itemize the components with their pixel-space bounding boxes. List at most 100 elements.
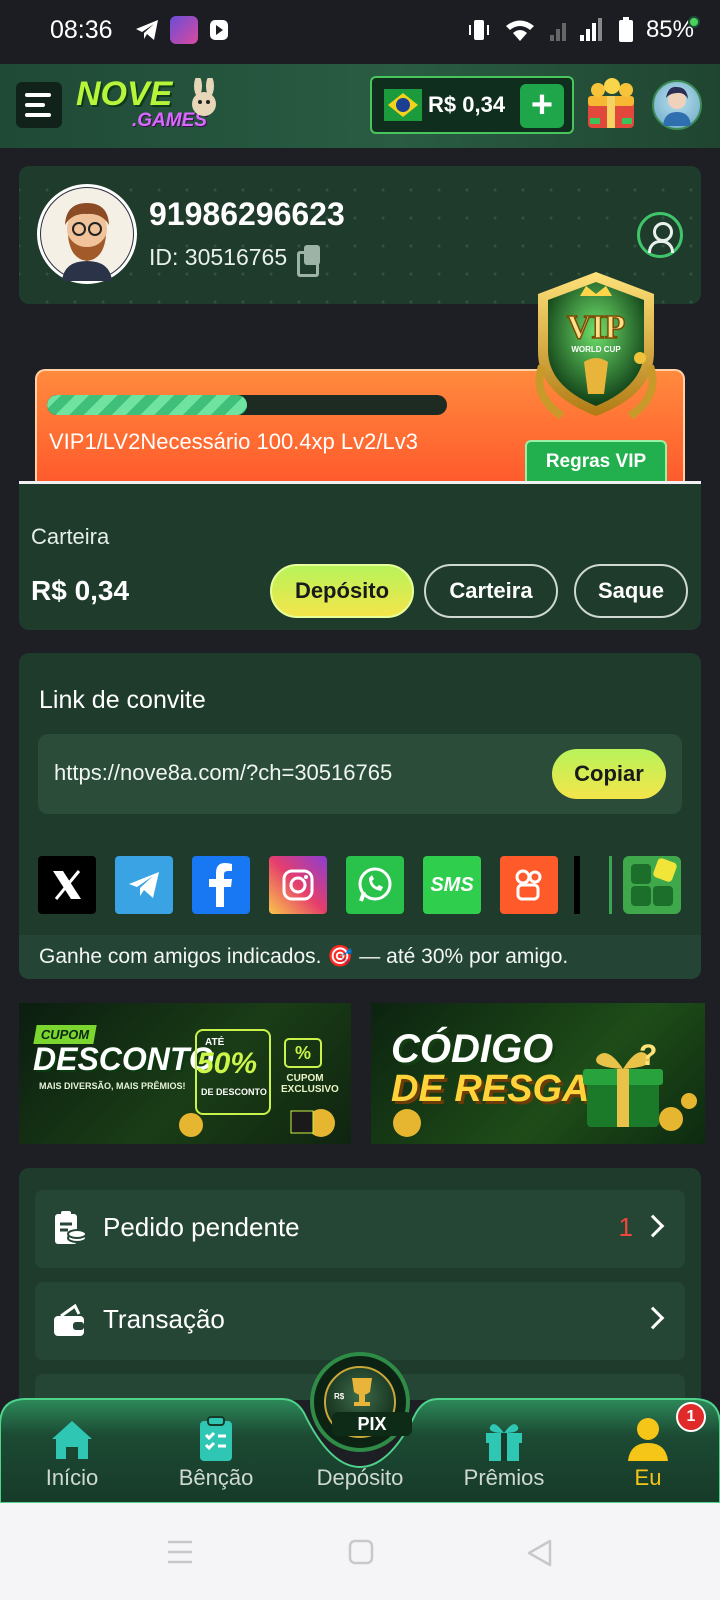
vibrate-icon [468, 20, 489, 40]
deposit-button[interactable]: Depósito [270, 564, 414, 618]
telegram-icon [136, 20, 158, 40]
pix-deposit-button[interactable]: R$ PIX [310, 1352, 412, 1452]
status-time: 08:36 [50, 16, 113, 44]
nav-home-label: Início [45, 1465, 99, 1490]
pix-currency: R$ [334, 1392, 345, 1401]
wallet-icon [54, 1303, 84, 1336]
pending-count-badge: 1 [618, 1212, 633, 1242]
app-logo[interactable]: NOVE .GAMES [76, 76, 226, 138]
add-funds-button[interactable]: + [520, 84, 564, 128]
share-telegram-icon[interactable] [115, 856, 173, 914]
wallet-button[interactable]: Carteira [424, 564, 558, 618]
banner-title: DESCONTO [33, 1041, 214, 1077]
trophy-icon [584, 358, 608, 394]
signal-icon [549, 18, 602, 41]
brazil-flag-icon [384, 89, 422, 121]
discount-coupon-banner[interactable]: CUPOM DESCONTO MAIS DIVERSÃO, MAIS PRÊMI… [19, 1003, 351, 1144]
menu-row-transactions[interactable]: Transação [35, 1282, 685, 1360]
battery-icon [618, 17, 633, 42]
copy-id-icon[interactable] [297, 244, 321, 277]
share-facebook-icon[interactable] [192, 856, 250, 914]
vip-progress-text: VIP1/LV2Necessário 100.4xp Lv2/Lv3 [49, 429, 418, 454]
vip-badge-title: VIP [567, 309, 626, 346]
wifi-icon [505, 20, 534, 41]
status-left-icons [134, 16, 230, 44]
nav-prizes-label: Prêmios [463, 1465, 545, 1490]
nav-me-label: Eu [634, 1465, 662, 1490]
withdraw-button[interactable]: Saque [574, 564, 688, 618]
banner-percent-post: DE DESCONTO [201, 1087, 267, 1097]
header-avatar[interactable] [652, 80, 702, 130]
status-right: 85% [466, 16, 694, 44]
profile-avatar[interactable] [37, 184, 137, 284]
copy-link-button[interactable]: Copiar [552, 749, 666, 799]
share-row: SMS [38, 856, 558, 914]
battery-percent: 85% [645, 16, 694, 43]
user-icon [628, 1418, 668, 1461]
vip-badge-sub: WORLD CUP [571, 345, 621, 354]
redeem-code-banner[interactable]: CÓDIGO DE RESGATE ? [371, 1003, 705, 1144]
treasure-chest-icon[interactable] [582, 76, 640, 134]
app-header: NOVE .GAMES R$ 0,34 + [0, 64, 720, 148]
menu-row-pending-orders[interactable]: Pedido pendente 1 [35, 1190, 685, 1268]
back-icon[interactable] [526, 1539, 552, 1567]
share-instagram-icon[interactable] [269, 856, 327, 914]
nav-prizes[interactable]: Prêmios [444, 1415, 564, 1495]
share-x-icon[interactable] [38, 856, 96, 914]
clipboard-checklist-icon [200, 1416, 232, 1461]
app-icon [170, 16, 198, 44]
share-overflow-edge [574, 856, 580, 914]
online-indicator [688, 16, 700, 28]
home-icon [52, 1421, 92, 1459]
vip-rules-button[interactable]: Regras VIP [525, 440, 667, 482]
svg-text:?: ? [639, 1039, 657, 1072]
pix-emblem: R$ PIX [324, 1366, 412, 1438]
gift-icon [486, 1424, 522, 1461]
share-separator [609, 856, 612, 914]
pending-order-icon [55, 1211, 87, 1244]
user-id: ID: 30516765 [149, 244, 321, 277]
vip-badge[interactable]: VIP WORLD CUP [522, 266, 670, 436]
invite-url: https://nove8a.com/?ch=30516765 [54, 760, 393, 785]
logo-main-text: NOVE [76, 75, 173, 113]
nav-deposit-label: Depósito [316, 1465, 404, 1490]
edit-profile-icon[interactable] [637, 212, 683, 258]
nav-home[interactable]: Início [12, 1415, 132, 1495]
share-more-icon[interactable] [623, 856, 681, 914]
nav-blessing[interactable]: Bênção [156, 1415, 276, 1495]
chevron-right-icon [641, 1214, 665, 1238]
notification-badge: 1 [676, 1402, 706, 1432]
recent-apps-icon[interactable] [166, 1539, 194, 1565]
svg-text:%: % [295, 1043, 311, 1063]
banner-subtitle: MAIS DIVERSÃO, MAIS PRÊMIOS! [39, 1081, 186, 1091]
trophy-icon [352, 1378, 372, 1406]
header-balance[interactable]: R$ 0,34 + [370, 76, 574, 134]
pix-label: PIX [332, 1412, 412, 1436]
user-id-text: ID: 30516765 [149, 244, 288, 270]
share-sms-icon[interactable]: SMS [423, 856, 481, 914]
menu-label-transactions: Transação [103, 1304, 225, 1334]
chevron-right-icon [641, 1306, 665, 1330]
banner-percent: 50% [197, 1047, 258, 1080]
invite-card: Link de convite https://nove8a.com/?ch=3… [19, 653, 701, 979]
coins-decoration-icon [393, 1093, 697, 1137]
banner-code-line1: CÓDIGO [391, 1027, 554, 1071]
user-avatar-icon [663, 86, 691, 126]
media-icon [210, 20, 228, 40]
invite-title: Link de convite [39, 686, 206, 714]
home-button-icon[interactable] [348, 1539, 374, 1565]
percent-ticket-icon: % [284, 1038, 322, 1068]
status-bar: 08:36 85% [0, 0, 720, 64]
vip-progress-bar [47, 395, 447, 415]
gold-coins-icon [179, 1109, 335, 1137]
vip-progress-fill [47, 395, 247, 415]
nav-blessing-label: Bênção [178, 1465, 254, 1490]
share-kuaishou-icon[interactable] [500, 856, 558, 914]
wallet-balance: R$ 0,34 [31, 575, 130, 606]
share-whatsapp-icon[interactable] [346, 856, 404, 914]
header-balance-value: R$ 0,34 [428, 92, 506, 117]
menu-button[interactable] [16, 82, 62, 128]
username: 91986296623 [149, 196, 345, 232]
rabbit-mascot-icon [192, 78, 216, 116]
bearded-man-avatar-icon [41, 188, 133, 281]
